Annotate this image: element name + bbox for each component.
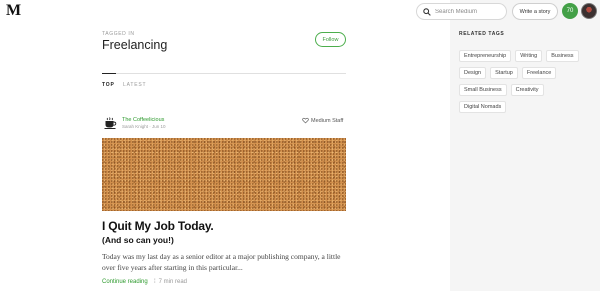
tag-writing[interactable]: Writing bbox=[515, 50, 543, 62]
tag-entrepreneurship[interactable]: Entrepreneurship bbox=[459, 50, 512, 62]
user-avatar[interactable] bbox=[581, 3, 597, 19]
post-title[interactable]: I Quit My Job Today. bbox=[102, 219, 214, 233]
post-byline: Sarah Knight · Jun 10 bbox=[122, 124, 166, 129]
post-subtitle[interactable]: (And so can you!) bbox=[102, 235, 174, 245]
post-date: Jun 10 bbox=[152, 124, 166, 129]
continue-reading-link[interactable]: Continue reading bbox=[102, 279, 148, 285]
tab-active-indicator bbox=[102, 73, 116, 74]
tag-startup[interactable]: Startup bbox=[490, 67, 518, 79]
notifications-badge[interactable]: 70 bbox=[562, 3, 578, 19]
search-input[interactable] bbox=[435, 8, 505, 15]
staff-label: Medium Staff bbox=[311, 117, 344, 124]
follow-button[interactable]: Follow bbox=[315, 32, 346, 47]
read-time-label: 7 min read bbox=[158, 279, 188, 285]
tag-small-business[interactable]: Small Business bbox=[459, 84, 507, 96]
tag-business[interactable]: Business bbox=[546, 50, 579, 62]
post-hero-image[interactable] bbox=[102, 138, 346, 211]
tab-top[interactable]: TOP bbox=[102, 82, 115, 88]
tagged-in-label: TAGGED IN bbox=[102, 31, 135, 37]
tabs-divider bbox=[102, 73, 346, 74]
medium-logo[interactable]: M bbox=[6, 3, 21, 19]
author-name[interactable]: Sarah Knight bbox=[122, 124, 148, 129]
read-time-icon: ⁞ bbox=[154, 279, 156, 285]
medium-staff-badge[interactable]: Medium Staff bbox=[302, 117, 343, 124]
tag-freelance[interactable]: Freelance bbox=[521, 67, 557, 79]
search-box[interactable] bbox=[416, 3, 507, 20]
tab-latest[interactable]: LATEST bbox=[123, 82, 146, 88]
write-story-button[interactable]: Write a story bbox=[512, 3, 558, 20]
read-time: ⁞ 7 min read bbox=[154, 279, 187, 285]
search-icon bbox=[423, 7, 431, 16]
right-sidebar bbox=[450, 0, 600, 291]
heart-icon bbox=[302, 117, 309, 124]
post-excerpt: Today was my last day as a senior editor… bbox=[102, 252, 341, 272]
tag-design[interactable]: Design bbox=[459, 67, 487, 79]
related-tags-title: RELATED TAGS bbox=[459, 31, 505, 37]
publication-name[interactable]: The Coffeelicious bbox=[122, 117, 164, 123]
related-tags-list: Entrepreneurship Writing Business Design… bbox=[459, 50, 594, 113]
page-title: Freelancing bbox=[102, 38, 168, 52]
coffee-cup-icon[interactable] bbox=[103, 116, 117, 130]
tag-digital-nomads[interactable]: Digital Nomads bbox=[459, 101, 507, 113]
tag-creativity[interactable]: Creativity bbox=[510, 84, 544, 96]
